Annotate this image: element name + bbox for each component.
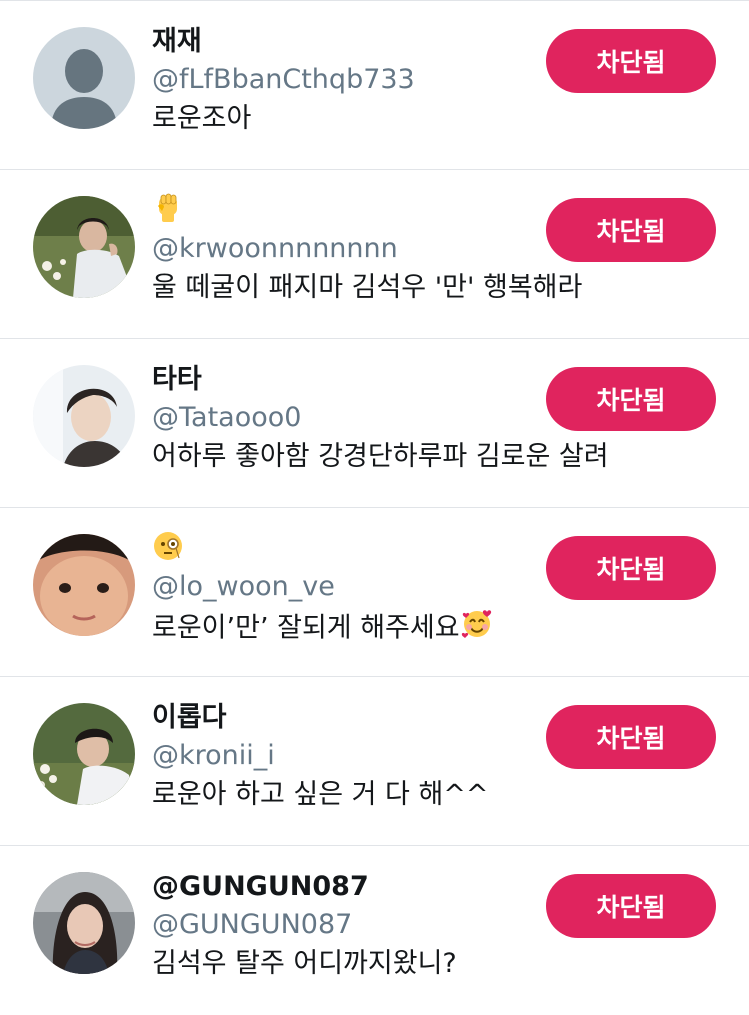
- list-item[interactable]: 이롭다 @kronii_i 로운아 하고 싶은 거 다 해^^ 차단됨: [0, 677, 749, 846]
- blocked-button[interactable]: 차단됨: [546, 29, 716, 93]
- blocked-button[interactable]: 차단됨: [546, 367, 716, 431]
- blocked-accounts-list: 재재 @fLfBbanCthqb733 로운조아 차단됨 @krwoonnnnn…: [0, 0, 749, 1010]
- default-avatar[interactable]: [33, 27, 135, 129]
- blocked-button[interactable]: 차단됨: [546, 874, 716, 938]
- user-bio: 어하루 좋아함 강경단하루파 김로운 살려: [152, 441, 609, 472]
- list-item[interactable]: @krwoonnnnnnnn 울 떼굴이 패지마 김석우 '만' 행복해라 차단…: [0, 170, 749, 339]
- user-bio: 로운아 하고 싶은 거 다 해^^: [152, 779, 489, 810]
- list-item[interactable]: 재재 @fLfBbanCthqb733 로운조아 차단됨: [0, 1, 749, 170]
- list-item[interactable]: @GUNGUN087 @GUNGUN087 김석우 탈주 어디까지왔니? 차단됨: [0, 846, 749, 1015]
- list-item[interactable]: 타타 @Tataooo0 어하루 좋아함 강경단하루파 김로운 살려 차단됨: [0, 339, 749, 508]
- avatar[interactable]: [33, 365, 135, 467]
- blocked-button[interactable]: 차단됨: [546, 705, 716, 769]
- blocked-button[interactable]: 차단됨: [546, 198, 716, 262]
- avatar[interactable]: [33, 534, 135, 636]
- raised-fist-icon: [152, 192, 184, 235]
- list-item[interactable]: @lo_woon_ve 로운이’만’ 잘되게 해주세요 차단됨: [0, 508, 749, 677]
- blocked-button[interactable]: 차단됨: [546, 536, 716, 600]
- avatar[interactable]: [33, 703, 135, 805]
- user-bio: 로운이’만’ 잘되게 해주세요: [152, 606, 709, 652]
- user-bio: 울 떼굴이 패지마 김석우 '만' 행복해라: [152, 272, 583, 303]
- user-bio: 김석우 탈주 어디까지왔니?: [152, 948, 457, 979]
- user-bio: 로운조아: [152, 103, 252, 134]
- smiling-face-with-hearts-icon: [460, 606, 494, 652]
- face-with-monocle-icon: [152, 530, 184, 573]
- avatar[interactable]: [33, 872, 135, 974]
- avatar[interactable]: [33, 196, 135, 298]
